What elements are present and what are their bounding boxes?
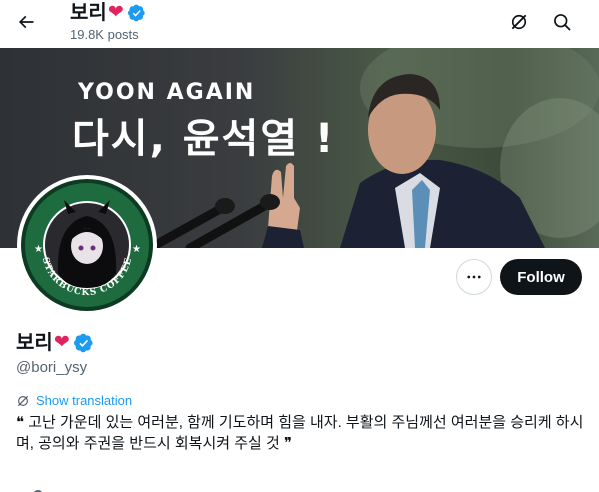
top-bar: 보리 ❤ 19.8K posts	[0, 0, 599, 48]
header-title: 보리 ❤ 19.8K posts	[70, 1, 146, 43]
search-button[interactable]	[546, 6, 578, 38]
header-name: 보리	[70, 2, 107, 24]
svg-text:★: ★	[34, 244, 43, 255]
profile-name: 보리	[16, 332, 53, 354]
back-arrow-icon	[18, 15, 34, 29]
header-heart: ❤	[107, 2, 124, 23]
banner-text-korean: 다시, 윤석열 !	[72, 116, 336, 162]
post-count: 19.8K posts	[70, 27, 139, 42]
profile-avatar[interactable]: ★ ★ STARBUCKS COFFEE	[17, 175, 157, 315]
starbucks-avatar-image: ★ ★ STARBUCKS COFFEE	[21, 179, 153, 311]
follow-button[interactable]: Follow	[500, 259, 582, 295]
grok-button[interactable]	[503, 6, 535, 38]
profile-heart: ❤	[53, 332, 70, 353]
more-dots-icon	[467, 275, 481, 279]
show-translation-link[interactable]: Show translation	[16, 393, 132, 408]
search-icon	[554, 14, 571, 31]
back-button[interactable]	[10, 6, 42, 38]
grok-icon	[511, 14, 527, 30]
more-options-button[interactable]	[456, 259, 492, 295]
profile-meta-row-cutoff	[16, 484, 216, 492]
verified-badge-icon[interactable]	[73, 333, 94, 353]
profile-name-row: 보리 ❤	[16, 330, 94, 356]
profile-handle: @bori_ysy	[16, 359, 88, 376]
profile-bio: ❝ 고난 가운데 있는 여러분, 함께 기도하며 힘을 내자. 부활의 주님께선…	[16, 414, 584, 452]
verified-badge-icon	[127, 4, 146, 22]
svg-text:★: ★	[132, 244, 141, 255]
header-name-row: 보리 ❤	[70, 1, 146, 25]
banner-text-english: YOON AGAIN	[78, 80, 256, 105]
grok-translate-icon	[17, 395, 29, 406]
show-translation-label: Show translation	[36, 393, 133, 408]
